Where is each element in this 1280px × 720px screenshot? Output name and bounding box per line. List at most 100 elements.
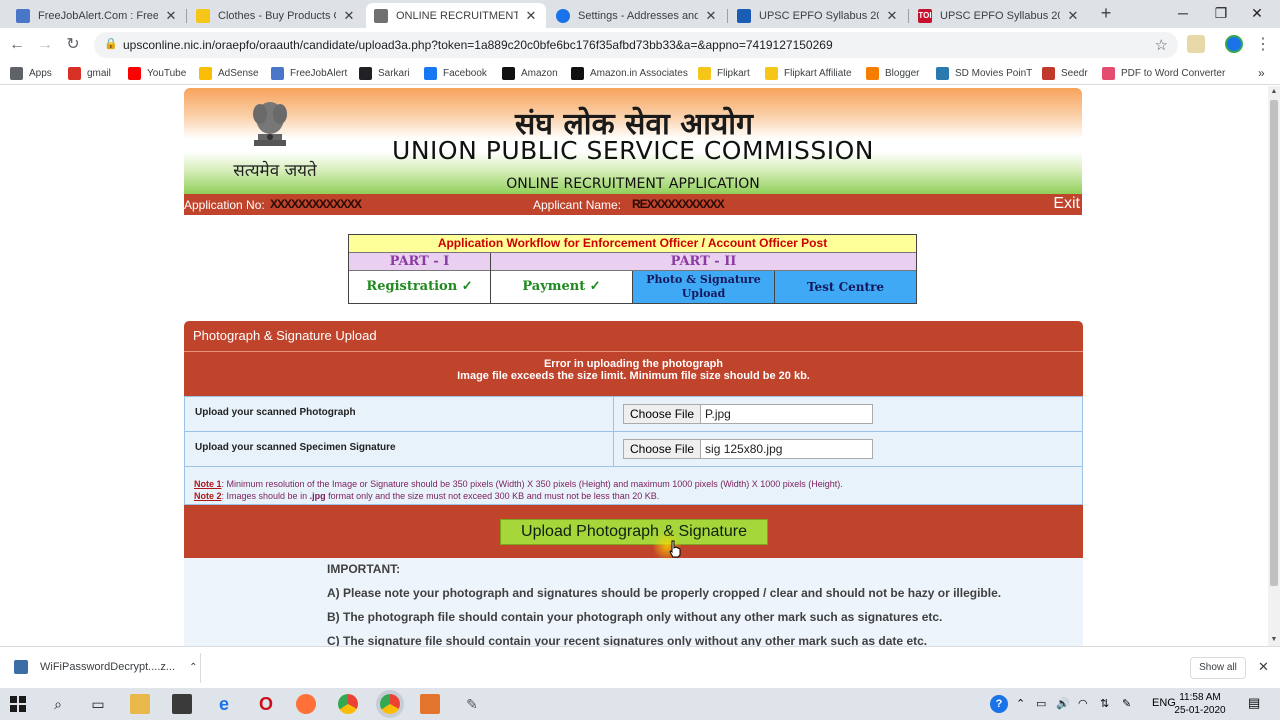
freejobalert-favicon-icon — [16, 8, 30, 23]
upsc-favicon-icon — [374, 8, 388, 23]
bookmark-gmail[interactable]: gmail — [68, 65, 111, 81]
tab-clothes[interactable]: Clothes - Buy Products Onlin ✕ — [188, 3, 364, 28]
bookmark-freejobalert[interactable]: FreeJobAlert — [271, 65, 347, 81]
part-2-header: PART - II — [491, 253, 916, 271]
address-bar[interactable]: 🔒 upsconline.nic.in/oraepfo/oraauth/cand… — [94, 32, 1178, 58]
tab-title: FreeJobAlert.Com : Free job a — [38, 9, 158, 22]
profile-avatar[interactable] — [1225, 35, 1243, 53]
close-icon[interactable]: ✕ — [885, 8, 899, 24]
firefox-icon[interactable] — [296, 694, 316, 714]
show-all-button[interactable]: Show all — [1190, 657, 1246, 679]
exit-link[interactable]: Exit — [1053, 195, 1080, 213]
tab-title: ONLINE RECRUITMENT APPL — [396, 9, 518, 22]
network-icon[interactable]: ⇅ — [1100, 697, 1109, 710]
page-scrollbar[interactable]: ▲ ▼ — [1268, 86, 1280, 646]
chevron-up-icon[interactable]: ⌃ — [1016, 697, 1025, 710]
page-subtitle: ONLINE RECRUITMENT APPLICATION — [506, 176, 760, 192]
signature-label: Upload your scanned Specimen Signature — [195, 442, 396, 453]
scrollbar-thumb[interactable] — [1270, 100, 1278, 586]
scroll-down-icon[interactable]: ▼ — [1268, 634, 1280, 646]
wifi-icon[interactable]: ◠ — [1078, 697, 1088, 710]
bookmark-flipkart[interactable]: Flipkart — [698, 65, 750, 81]
windows-start-icon[interactable] — [8, 694, 28, 714]
edge-icon[interactable]: e — [214, 694, 234, 714]
divider — [632, 271, 633, 303]
close-icon[interactable]: ✕ — [164, 8, 178, 24]
zip-file-icon — [14, 660, 28, 674]
bookmarks-overflow-icon[interactable]: » — [1258, 65, 1265, 81]
bookmark-sarkari[interactable]: Sarkari — [359, 65, 410, 81]
applicant-info-bar: Application No: XXXXXXXXXXXXX Applicant … — [184, 194, 1082, 215]
divider — [774, 271, 775, 303]
application-no-label: Application No: — [184, 198, 265, 212]
app-icon[interactable]: ✎ — [462, 694, 482, 714]
close-icon[interactable]: ✕ — [704, 8, 718, 24]
photo-choose-file-button[interactable]: Choose File — [624, 405, 702, 423]
opera-icon[interactable]: O — [256, 694, 276, 714]
bookmark-sd-movies[interactable]: SD Movies PoinT — [936, 65, 1032, 81]
file-explorer-icon[interactable] — [130, 694, 150, 714]
jagran-favicon-icon — [737, 8, 751, 23]
bookmark-amazon[interactable]: Amazon — [502, 65, 558, 81]
bookmark-apps[interactable]: Apps — [10, 65, 52, 81]
bookmark-star-icon[interactable]: ☆ — [1155, 36, 1168, 54]
new-tab-button[interactable]: + — [1096, 3, 1116, 23]
signature-choose-file-button[interactable]: Choose File — [624, 440, 702, 458]
bookmark-pdf-to-word[interactable]: PDF to Word Converter — [1102, 65, 1225, 81]
important-b: B) The photograph file should contain yo… — [327, 610, 943, 624]
url-text[interactable]: upsconline.nic.in/oraepfo/oraauth/candid… — [123, 38, 833, 52]
chrome-active-icon[interactable] — [380, 694, 400, 714]
chevron-up-icon[interactable]: ⌃ — [189, 662, 197, 673]
forward-arrow-icon[interactable]: → — [34, 34, 56, 56]
upload-photograph-signature-button[interactable]: Upload Photograph & Signature — [500, 519, 768, 545]
chrome-icon[interactable] — [338, 694, 358, 714]
bookmark-adsense[interactable]: AdSense — [199, 65, 259, 81]
lock-icon[interactable]: 🔒 — [104, 37, 118, 50]
bookmark-amazon-associates[interactable]: Amazon.in Associates — [571, 65, 688, 81]
freejobalert-icon — [271, 66, 284, 80]
volume-icon[interactable]: 🔊 — [1056, 697, 1070, 710]
tab-upsc-epfo-1[interactable]: UPSC EPFO Syllabus 2020: Cl ✕ — [729, 3, 907, 28]
close-icon[interactable]: ✕ — [1066, 8, 1080, 24]
back-arrow-icon[interactable]: ← — [6, 34, 28, 56]
close-icon[interactable]: ✕ — [524, 8, 538, 24]
battery-icon[interactable]: ▭ — [1036, 697, 1046, 710]
flipkart-favicon-icon — [196, 8, 210, 23]
photo-file-input[interactable]: Choose File P.jpg — [623, 404, 873, 424]
bookmarks-bar: Apps gmail YouTube AdSense FreeJobAlert … — [0, 61, 1280, 85]
system-clock[interactable]: 11:58 AM 25-01-2020 — [1170, 691, 1230, 717]
bookmark-blogger[interactable]: Blogger — [866, 65, 919, 81]
tab-separator — [908, 9, 909, 23]
download-item[interactable]: WiFiPasswordDecrypt....z... ⌃ — [14, 660, 197, 674]
menu-dots-icon[interactable]: ⋮ — [1252, 34, 1274, 56]
help-icon[interactable]: ? — [990, 695, 1008, 713]
step-photo-signature: Photo & Signature Upload — [633, 271, 774, 303]
tab-freejobalert[interactable]: FreeJobAlert.Com : Free job a ✕ — [8, 3, 186, 28]
tab-upsc-epfo-2[interactable]: TOI UPSC EPFO Syllabus 2020: Cl ✕ — [910, 3, 1088, 28]
tab-settings[interactable]: Settings - Addresses and mo ✕ — [548, 3, 726, 28]
tab-title: Clothes - Buy Products Onlin — [218, 9, 336, 22]
app-icon[interactable] — [420, 694, 440, 714]
amazon-icon — [571, 66, 584, 80]
bookmark-facebook[interactable]: Facebook — [424, 65, 487, 81]
pen-icon[interactable]: ✎ — [1122, 697, 1131, 710]
window-close-button[interactable]: ✕ — [1234, 0, 1280, 28]
bookmark-flipkart-affiliate[interactable]: Flipkart Affiliate — [765, 65, 852, 81]
signature-file-input[interactable]: Choose File sig 125x80.jpg — [623, 439, 873, 459]
bookmark-youtube[interactable]: YouTube — [128, 65, 186, 81]
extension-icon[interactable] — [1187, 35, 1205, 53]
error-message: Error in uploading the photograph Image … — [184, 351, 1083, 396]
scroll-up-icon[interactable]: ▲ — [1268, 86, 1280, 98]
close-icon[interactable]: ✕ — [342, 8, 356, 24]
settings-gear-icon — [556, 8, 570, 23]
task-view-icon[interactable]: ▭ — [88, 694, 108, 714]
facebook-icon — [424, 66, 437, 80]
bookmark-seedr[interactable]: Seedr — [1042, 65, 1088, 81]
notifications-icon[interactable]: ▤ — [1248, 695, 1260, 711]
close-icon[interactable]: ✕ — [1258, 659, 1269, 675]
submit-bar: Upload Photograph & Signature — [184, 505, 1083, 558]
tab-online-recruitment[interactable]: ONLINE RECRUITMENT APPL ✕ — [366, 3, 546, 28]
reload-icon[interactable]: ↻ — [62, 34, 84, 56]
search-icon[interactable]: ⌕ — [48, 694, 68, 714]
store-icon[interactable] — [172, 694, 192, 714]
